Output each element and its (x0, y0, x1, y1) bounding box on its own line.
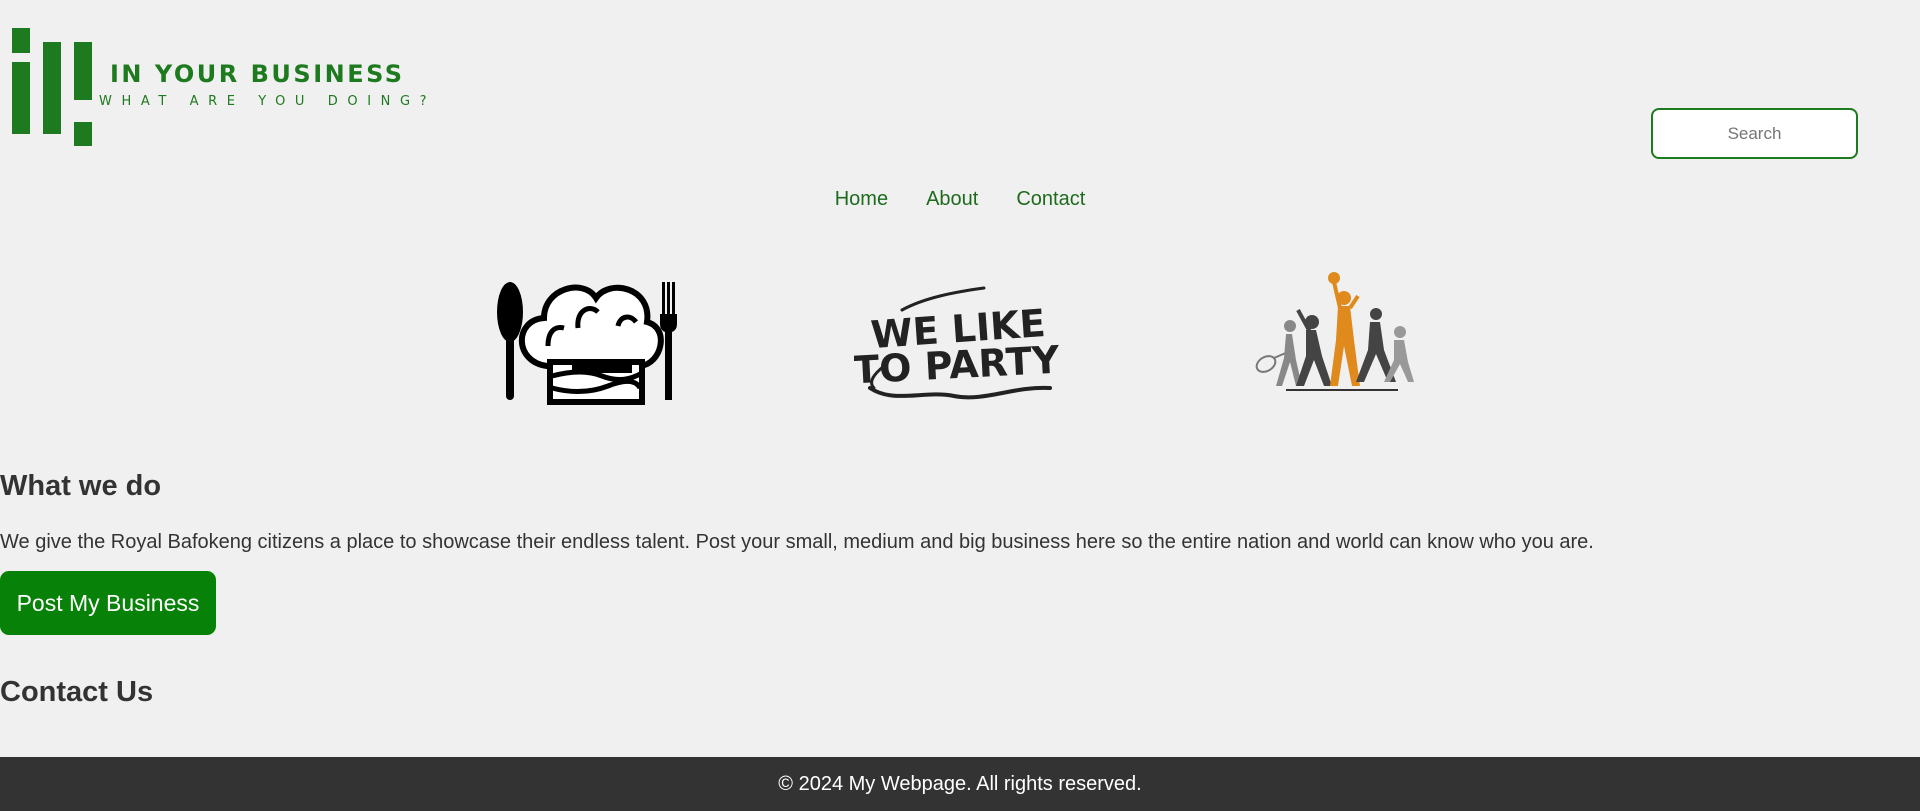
footer-copyright: © 2024 My Webpage. All rights reserved. (778, 772, 1142, 795)
section-heading-contact-us: Contact Us (0, 676, 154, 708)
footer: © 2024 My Webpage. All rights reserved. (0, 757, 1920, 811)
section-heading-what-we-do: What we do (0, 470, 162, 502)
search-input[interactable] (1651, 108, 1858, 159)
logo-title: IN YOUR BUSINESS (110, 60, 405, 88)
logo-tagline: WHAT ARE YOU DOING? (99, 94, 437, 109)
we-like-to-party-logo: WE LIKE TO PARTY (854, 286, 1061, 400)
nav-link-contact[interactable]: Contact (1016, 188, 1085, 211)
nav-link-about[interactable]: About (926, 188, 978, 211)
description-text: We give the Royal Bafokeng citizens a pl… (0, 531, 1594, 553)
logo-bar (12, 28, 30, 53)
logo-bar (43, 42, 61, 134)
site-logo[interactable]: IN YOUR BUSINESS WHAT ARE YOU DOING? (12, 26, 427, 150)
sports-figures-icon (1255, 272, 1414, 391)
nav-link-home[interactable]: Home (835, 188, 888, 211)
chef-hat-cutlery-icon (497, 282, 677, 405)
page: IN YOUR BUSINESS WHAT ARE YOU DOING? Hom… (0, 0, 1920, 811)
post-business-button[interactable]: Post My Business (0, 571, 216, 635)
logo-bar (12, 62, 30, 134)
logo-bar (74, 42, 92, 100)
main-nav: Home About Contact (0, 188, 1920, 211)
category-gallery: WE LIKE TO PARTY (0, 270, 1920, 410)
logo-bar (74, 122, 92, 146)
